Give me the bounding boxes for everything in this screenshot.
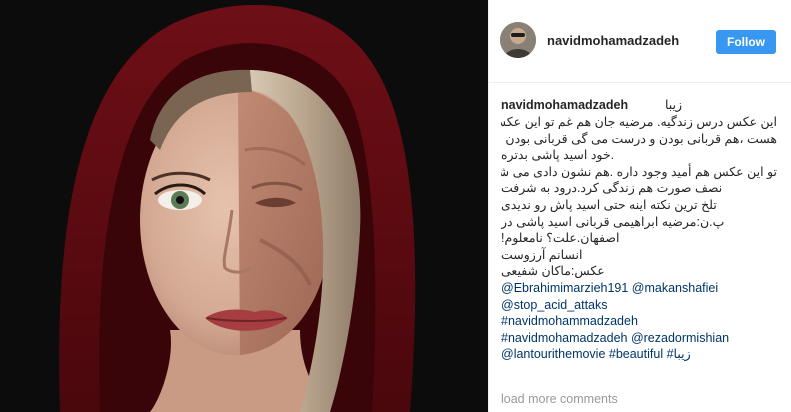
follow-button[interactable]: Follow [716,30,776,54]
avatar-image [500,22,536,58]
caption-line: عکس:ماکان شفیعی [501,264,605,279]
caption-line: هست ،هم قربانی بودن و درست می گی قربانی … [501,131,777,146]
tag-line[interactable]: @stop_acid_attaks [501,297,777,314]
caption-header: navidmohamadzadeh زیبا [501,96,777,114]
instagram-post: navidmohamadzadeh Follow navidmohamadzad… [0,0,791,412]
caption-first-word: زیبا [665,98,683,112]
caption-line: اصفهان.علت؟ نامعلوم! [501,231,620,246]
caption-line: این عکس درس زندگیه. مرضیه جان هم غم تو ا… [501,115,777,129]
tag-line[interactable]: @Ebrahimimarzieh191 @makanshafiei [501,280,777,297]
post-photo[interactable] [0,0,488,412]
caption-line: نصف صورت هم زندگی کرد.درود به شرفت [501,181,723,196]
caption-line: تو این عکس هم أمید وجود داره .هم نشون دا… [501,164,777,179]
caption-username[interactable]: navidmohamadzadeh [501,96,777,114]
avatar[interactable] [500,22,536,58]
caption-line: .خود اسید پاشی بدتره [501,148,615,163]
caption-line: پ.ن:مرضیه ابراهیمی قربانی اسید پاشی در [501,214,725,229]
tag-line[interactable]: #navidmohamadzadeh @rezadormishian [501,330,777,347]
caption-line: انسانم آرزوست [501,247,583,262]
tag-line[interactable]: @lantourithemovie #beautiful #زیبا [501,346,777,363]
post-header: navidmohamadzadeh Follow [489,0,791,83]
load-more-comments-link[interactable]: load more comments [501,392,618,406]
username-link[interactable]: navidmohamadzadeh [547,33,679,48]
tag-line[interactable]: #navidmohammadzadeh [501,313,777,330]
portrait-image [0,0,488,412]
comments-list: navidmohamadzadeh زیبا این عکس درس زندگی… [501,96,777,378]
caption-line: تلخ ترین نکته اینه حتی اسید پاش رو ندیدی [501,197,717,212]
post-side-panel: navidmohamadzadeh Follow navidmohamadzad… [488,0,791,412]
